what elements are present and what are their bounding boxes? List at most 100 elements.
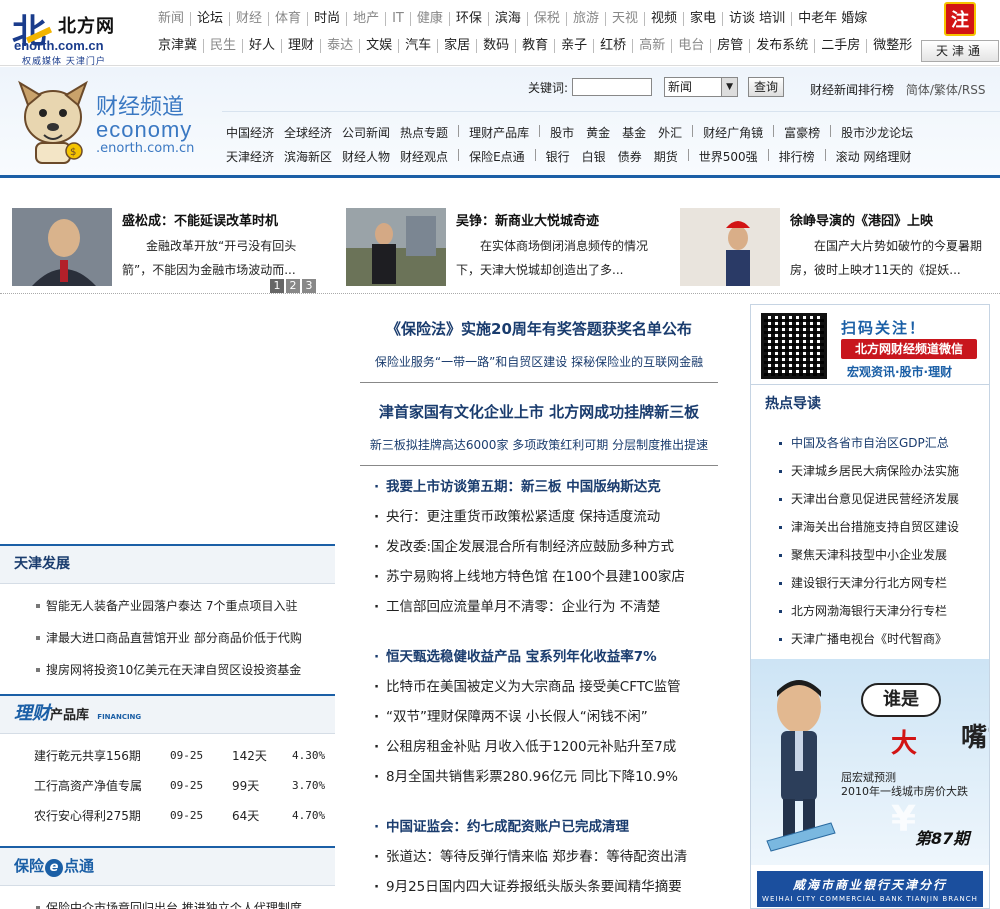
product-name[interactable]: 建行乾元共享156期 xyxy=(0,740,170,770)
pager-page[interactable]: 1 xyxy=(270,279,284,293)
news-item[interactable]: 我要上市访谈第五期：新三板 中国版纳斯达克 xyxy=(360,472,718,502)
nav-link[interactable]: 汽车 xyxy=(398,39,437,53)
list-item[interactable]: 聚焦天津科技型中小企业发展 xyxy=(751,541,959,569)
nav-link[interactable]: 时尚 xyxy=(307,12,346,26)
featured-title[interactable]: 徐峥导演的《港囧》上映 xyxy=(790,210,933,229)
table-row[interactable]: 工行高资产净值专属 09-25 99天 3.70% xyxy=(0,770,335,800)
channel-nav-link[interactable]: 滨海新区 xyxy=(284,148,332,165)
channel-nav-link[interactable]: 全球经济 xyxy=(284,124,332,141)
channel-nav-link[interactable]: 基金 xyxy=(622,124,646,141)
news-item[interactable]: 工信部回应流量单月不清零：企业行为 不清楚 xyxy=(360,592,718,622)
channel-nav-link[interactable]: 理财产品库 xyxy=(469,124,529,141)
channel-nav-link[interactable]: 黄金 xyxy=(586,124,610,141)
nav-link[interactable]: 健康 xyxy=(409,12,449,26)
nav-link[interactable]: 环保 xyxy=(448,12,488,26)
who-is-bigmouth-ad[interactable]: 谁是 大 嘴? 屈宏斌预测 2010年一线城市房价大跌 ¥ 第87期 xyxy=(751,659,989,865)
nav-link[interactable]: 新闻 xyxy=(152,12,190,26)
list-item[interactable]: 中国及各省市自治区GDP汇总 xyxy=(751,429,959,457)
channel-nav-link[interactable]: 财经观点 xyxy=(400,148,448,165)
featured-item[interactable]: 徐峥导演的《港囧》上映 在国产大片势如破竹的今夏暑期房，彼时上映才11天的《捉妖… xyxy=(680,208,1000,288)
news-item[interactable]: 中国证监会：约七成配资账户已完成清理 xyxy=(360,812,718,842)
nav-link[interactable]: 论坛 xyxy=(190,12,229,26)
nav-link[interactable]: 高新 xyxy=(632,39,671,53)
nav-link[interactable]: 民生 xyxy=(203,39,242,53)
box-title[interactable]: 天津发展 xyxy=(0,546,335,584)
badge-icon[interactable]: 注 xyxy=(944,2,976,36)
nav-link[interactable]: 发布系统 xyxy=(749,39,814,53)
channel-nav-link[interactable]: 股市 xyxy=(550,124,574,141)
channel-nav-link[interactable]: 银行 xyxy=(546,148,570,165)
category-select[interactable]: 新闻 ▼ xyxy=(664,77,739,97)
channel-nav-link[interactable]: 期货 xyxy=(654,148,678,165)
featured-item[interactable]: 盛松成：不能延误改革时机 金融改革开放“开弓没有回头箭”，不能因为金融市场波动而… xyxy=(12,208,332,288)
nav-link[interactable]: 文娱 xyxy=(359,39,398,53)
channel-nav-link[interactable]: 排行榜 xyxy=(779,148,815,165)
table-row[interactable]: 建行乾元共享156期 09-25 142天 4.30% xyxy=(0,740,335,770)
nav-link[interactable]: 天视 xyxy=(604,12,644,26)
headline-title[interactable]: 《保险法》实施20周年有奖答题获奖名单公布 xyxy=(360,318,718,339)
featured-title[interactable]: 盛松成：不能延误改革时机 xyxy=(122,210,278,229)
chevron-down-icon[interactable]: ▼ xyxy=(721,78,738,96)
news-item[interactable]: 8月全国共销售彩票280.96亿元 同比下降10.9% xyxy=(360,762,718,792)
news-item[interactable]: 公租房租金补贴 月收入低于1200元补贴升至7成 xyxy=(360,732,718,762)
news-item[interactable]: “双节”理财保障两不误 小长假人“闲钱不闲” xyxy=(360,702,718,732)
nav-link[interactable]: 红桥 xyxy=(593,39,632,53)
list-item[interactable]: 天津广播电视台《时代智商》 xyxy=(751,625,959,653)
list-item[interactable]: 北方网渤海银行天津分行专栏 xyxy=(751,597,959,625)
site-logo[interactable]: 北 北方网 enorth.com.cn 权威媒体 天津门户 xyxy=(8,4,142,67)
list-item[interactable]: 建设银行天津分行北方网专栏 xyxy=(751,569,959,597)
list-item[interactable]: 天津出台意见促进民营经济发展 xyxy=(751,485,959,513)
nav-link[interactable]: 滨海 xyxy=(487,12,527,26)
channel-nav-link[interactable]: 中国经济 xyxy=(226,124,274,141)
news-item[interactable]: 发改委:国企发展混合所有制经济应鼓励多种方式 xyxy=(360,532,718,562)
nav-link[interactable]: 保税 xyxy=(526,12,566,26)
nav-link[interactable]: 好人 xyxy=(242,39,281,53)
channel-nav-link[interactable]: 滚动 网络理财 xyxy=(836,148,912,165)
featured-photo[interactable] xyxy=(346,208,446,286)
news-item[interactable]: 9月25日国内四大证券报纸头版头条要闻精华摘要 xyxy=(360,872,718,902)
headline-subtitle[interactable]: 新三板拟挂牌高达6000家 多项政策红利可期 分层制度推出提速 xyxy=(360,436,718,453)
news-item[interactable]: 央行：更注重货币政策松紧适度 保持适度流动 xyxy=(360,502,718,532)
news-item[interactable]: 苏宁易购将上线地方特色馆 在100个县建100家店 xyxy=(360,562,718,592)
list-item[interactable]: 津海关出台措施支持自贸区建设 xyxy=(751,513,959,541)
channel-nav-link[interactable]: 富豪榜 xyxy=(784,124,820,141)
nav-link[interactable]: 数码 xyxy=(476,39,515,53)
nav-link[interactable]: 教育 xyxy=(515,39,554,53)
featured-item[interactable]: 吴铮：新商业大悦城奇迹 在实体商场倒闭消息频传的情况下，天津大悦城却创造出了多.… xyxy=(346,208,666,288)
channel-nav-link[interactable]: 白银 xyxy=(582,148,606,165)
product-name[interactable]: 农行安心得利275期 xyxy=(0,800,170,830)
nav-link[interactable]: 中老年 婚嫁 xyxy=(791,12,873,26)
news-item[interactable]: 比特币在美国被定义为大宗商品 接受美CFTC监管 xyxy=(360,672,718,702)
nav-link[interactable]: 泰达 xyxy=(320,39,359,53)
wechat-qr-panel[interactable]: 扫码关注！ 北方网财经频道微信 宏观资讯·股市·理财 xyxy=(751,305,989,385)
news-item[interactable]: 恒天甄选稳健收益产品 宝系列年化收益率7% xyxy=(360,642,718,672)
nav-link[interactable]: 家居 xyxy=(437,39,476,53)
nav-link[interactable]: IT xyxy=(385,12,410,26)
nav-link[interactable]: 财经 xyxy=(229,12,268,26)
list-item[interactable]: 天津城乡居民大病保险办法实施 xyxy=(751,457,959,485)
featured-photo[interactable] xyxy=(680,208,780,286)
nav-link[interactable]: 体育 xyxy=(268,12,307,26)
channel-nav-link[interactable]: 债券 xyxy=(618,148,642,165)
nav-link[interactable]: 亲子 xyxy=(554,39,593,53)
box-title[interactable]: 理财产品库 FINANCING xyxy=(0,696,335,734)
pager-page[interactable]: 3 xyxy=(302,279,316,293)
weihai-bank-ad[interactable]: 威海市商业银行天津分行 WEIHAI CITY COMMERCIAL BANK … xyxy=(757,871,983,907)
nav-link[interactable]: 房管 xyxy=(710,39,749,53)
channel-nav-link[interactable]: 股市沙龙论坛 xyxy=(841,124,913,141)
featured-photo[interactable] xyxy=(12,208,112,286)
nav-link[interactable]: 视频 xyxy=(643,12,683,26)
pager-page[interactable]: 2 xyxy=(286,279,300,293)
featured-title[interactable]: 吴铮：新商业大悦城奇迹 xyxy=(456,210,599,229)
nav-link[interactable]: 访谈 培训 xyxy=(722,12,791,26)
nav-link[interactable]: 微整形 xyxy=(866,39,918,53)
nav-link[interactable]: 家电 xyxy=(682,12,722,26)
channel-nav-link[interactable]: 天津经济 xyxy=(226,148,274,165)
channel-nav-link[interactable]: 公司新闻 xyxy=(342,124,390,141)
nav-link[interactable]: 京津冀 xyxy=(152,39,203,53)
keyword-input[interactable] xyxy=(572,78,653,96)
tianjin-tong-button[interactable]: 天津通 xyxy=(921,40,999,62)
product-name[interactable]: 工行高资产净值专属 xyxy=(0,770,170,800)
channel-nav-link[interactable]: 财经人物 xyxy=(342,148,390,165)
table-row[interactable]: 农行安心得利275期 09-25 64天 4.70% xyxy=(0,800,335,830)
